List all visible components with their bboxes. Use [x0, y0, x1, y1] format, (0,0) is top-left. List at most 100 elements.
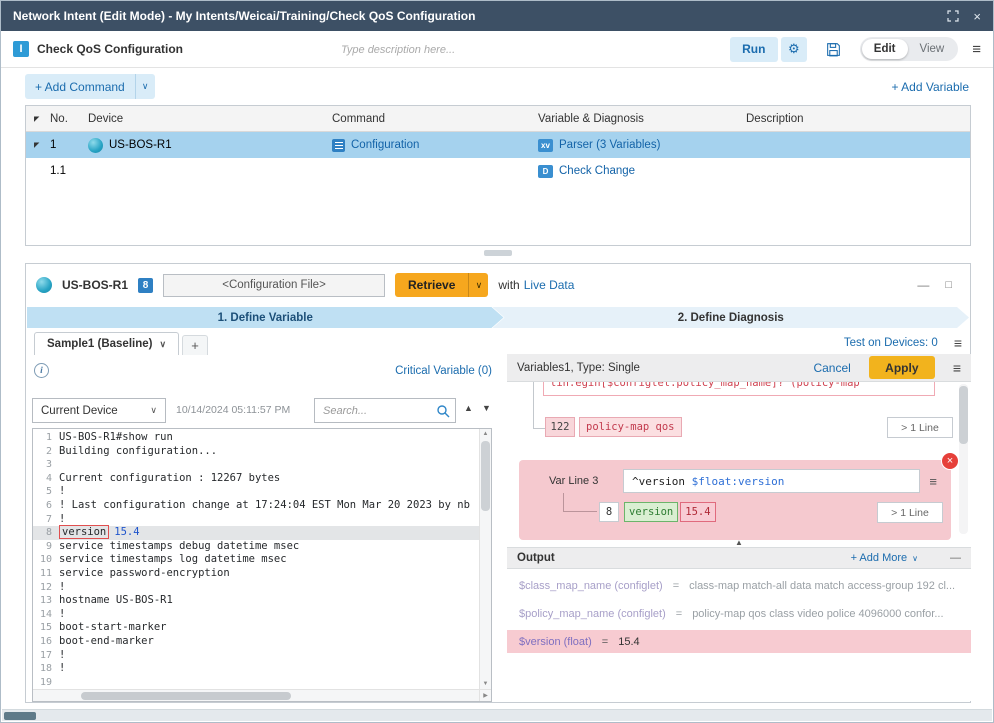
- device-select[interactable]: Current Device ∨: [32, 398, 166, 423]
- code-line: 16boot-end-marker: [33, 635, 479, 649]
- matched-line-number: 122: [545, 417, 575, 437]
- tree-connector: [533, 382, 534, 428]
- code-line: 18!: [33, 662, 479, 676]
- output-row[interactable]: $class_map_name (configlet) = class-map …: [507, 574, 971, 597]
- search-next-icon[interactable]: ▼: [482, 403, 491, 413]
- search-prev-icon[interactable]: ▲: [464, 403, 473, 413]
- scroll-right-icon[interactable]: ▶: [479, 689, 491, 701]
- vertical-scroll-thumb[interactable]: [959, 386, 968, 444]
- step-define-variable[interactable]: 1. Define Variable: [27, 307, 504, 328]
- tab-chevron-icon[interactable]: ∨: [159, 339, 166, 350]
- configuration-link[interactable]: Configuration: [351, 139, 419, 151]
- maximize-panel-icon[interactable]: □: [945, 279, 952, 291]
- collapse-all-icon[interactable]: ◤: [26, 115, 50, 123]
- line-count-button[interactable]: > 1 Line: [877, 502, 943, 523]
- live-data-link[interactable]: Live Data: [524, 278, 575, 292]
- editor-vertical-scrollbar[interactable]: ▲ ▼: [479, 429, 491, 689]
- table-row-1[interactable]: ◤ 1 US-BOS-R1 Configuration xv Parser (3…: [26, 132, 970, 158]
- matched-keyword: version: [59, 525, 109, 539]
- add-command-label[interactable]: + Add Command: [25, 74, 135, 99]
- add-command-button[interactable]: + Add Command ∨: [25, 74, 155, 99]
- diagnosis-icon: D: [538, 165, 553, 178]
- tabs-menu-icon[interactable]: ≡: [954, 335, 962, 351]
- code-line: 4Current configuration : 12267 bytes: [33, 472, 479, 486]
- device-name: US-BOS-R1: [62, 278, 128, 292]
- cancel-button[interactable]: Cancel: [813, 361, 850, 375]
- sample-value: 15.4: [680, 502, 715, 522]
- view-mode-button[interactable]: View: [908, 39, 957, 59]
- test-on-devices-link[interactable]: Test on Devices: 0: [844, 337, 938, 349]
- code-line: 12!: [33, 581, 479, 595]
- collapse-output-icon[interactable]: —: [950, 552, 961, 564]
- parser-vertical-scrollbar[interactable]: [959, 384, 968, 534]
- run-settings-gear-icon[interactable]: ⚙: [781, 37, 807, 62]
- check-change-link[interactable]: Check Change: [559, 165, 635, 177]
- network-intent-window: Network Intent (Edit Mode) - My Intents/…: [0, 0, 994, 723]
- output-row[interactable]: $policy_map_name (configlet) = policy-ma…: [507, 602, 971, 625]
- matched-value: 15.4: [114, 526, 139, 538]
- tab-sample1-baseline[interactable]: Sample1 (Baseline) ∨: [34, 332, 179, 355]
- minimize-panel-icon[interactable]: —: [917, 278, 929, 292]
- expand-window-icon[interactable]: [947, 10, 959, 22]
- pattern-menu-icon[interactable]: ≡: [929, 474, 937, 489]
- add-more-link[interactable]: + Add More ∨: [851, 552, 918, 564]
- parser-menu-icon[interactable]: ≡: [953, 360, 961, 376]
- save-icon[interactable]: [825, 41, 842, 58]
- line-count-button[interactable]: > 1 Line: [887, 417, 953, 438]
- search-input[interactable]: [315, 399, 455, 422]
- add-command-chevron-icon[interactable]: ∨: [135, 74, 155, 99]
- code-line: 17!: [33, 649, 479, 663]
- retrieve-chevron-icon[interactable]: ∨: [468, 273, 488, 297]
- table-header-row: ◤ No. Device Command Variable & Diagnosi…: [26, 106, 970, 132]
- row-no: 1: [50, 139, 88, 151]
- code-line: 13hostname US-BOS-R1: [33, 594, 479, 608]
- clipped-parser-line[interactable]: lin:egin[$configlet:policy_map_name]? (p…: [543, 382, 935, 396]
- col-device: Device: [88, 113, 332, 125]
- collapse-row-icon[interactable]: ◤: [26, 141, 50, 149]
- scroll-down-icon[interactable]: ▼: [480, 681, 491, 687]
- intent-icon: I: [13, 41, 29, 57]
- with-label: with: [498, 278, 519, 292]
- matched-line-text: policy-map qos: [579, 417, 682, 437]
- info-icon[interactable]: i: [34, 363, 49, 378]
- retrieve-label[interactable]: Retrieve: [395, 273, 468, 297]
- var-line-label: Var Line 3: [549, 475, 623, 487]
- code-line-highlighted: 8 version15.4: [33, 526, 479, 540]
- code-line: 14!: [33, 608, 479, 622]
- command-table: ◤ No. Device Command Variable & Diagnosi…: [25, 105, 971, 246]
- edit-view-toggle: Edit View: [860, 37, 958, 61]
- description-input[interactable]: [341, 39, 491, 61]
- matched-line-row: 122 policy-map qos: [545, 417, 682, 437]
- editor-horizontal-scrollbar[interactable]: [33, 689, 479, 701]
- parser-panel: Variables1, Type: Single Cancel Apply ≡ …: [507, 354, 971, 701]
- header-menu-icon[interactable]: ≡: [972, 41, 981, 58]
- scroll-up-icon[interactable]: ▲: [480, 431, 491, 437]
- intent-title: Check QoS Configuration: [37, 42, 183, 56]
- output-row-highlighted[interactable]: $version (float) = 15.4: [507, 630, 971, 653]
- step-define-diagnosis[interactable]: 2. Define Diagnosis: [493, 307, 970, 328]
- critical-variable-link[interactable]: Critical Variable (0): [395, 365, 492, 377]
- device-icon: [36, 277, 52, 293]
- parser-link[interactable]: Parser (3 Variables): [559, 139, 660, 151]
- delete-var-line-icon[interactable]: ×: [941, 452, 959, 470]
- add-variable-link[interactable]: + Add Variable: [891, 80, 969, 94]
- table-row-1-1[interactable]: 1.1 D Check Change: [26, 158, 970, 184]
- search-icon[interactable]: [435, 403, 451, 424]
- close-icon[interactable]: ×: [973, 10, 981, 23]
- command-cell: Configuration: [332, 139, 538, 152]
- window-horizontal-scrollbar[interactable]: [2, 709, 992, 721]
- retrieve-button[interactable]: Retrieve ∨: [395, 273, 488, 297]
- horizontal-scroll-thumb[interactable]: [4, 712, 36, 720]
- command-toolbar: + Add Command ∨ + Add Variable: [1, 68, 993, 105]
- add-sample-tab-button[interactable]: +: [182, 335, 208, 355]
- vertical-scroll-thumb[interactable]: [481, 441, 490, 511]
- pattern-input[interactable]: ^version $float:version: [623, 469, 920, 493]
- horizontal-scroll-thumb[interactable]: [81, 692, 291, 700]
- edit-mode-button[interactable]: Edit: [862, 39, 908, 59]
- scroll-up-icon[interactable]: ▲: [735, 538, 743, 547]
- run-button[interactable]: Run: [730, 37, 778, 62]
- splitter-grip[interactable]: [484, 250, 512, 256]
- apply-button[interactable]: Apply: [869, 356, 935, 379]
- config-text-editor[interactable]: 1US-BOS-R1#show run 2Building configurat…: [32, 428, 492, 702]
- config-file-input[interactable]: [163, 274, 385, 297]
